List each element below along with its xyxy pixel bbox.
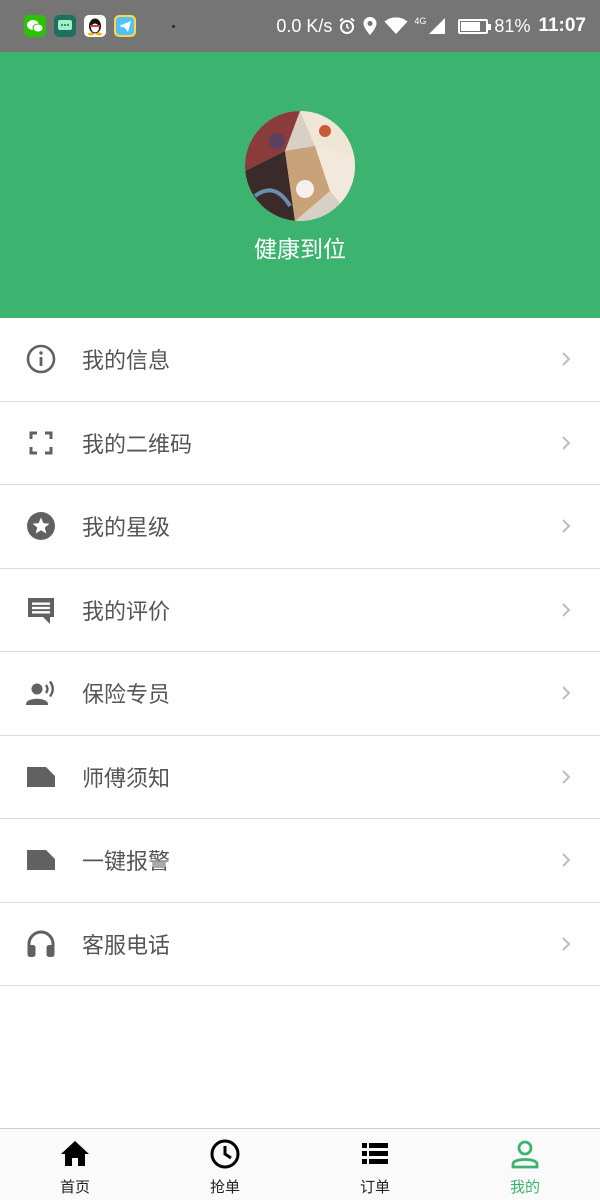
messages-icon xyxy=(54,15,76,37)
tab-home[interactable]: 首页 xyxy=(0,1129,150,1200)
chevron-right-icon xyxy=(560,852,572,868)
system-indicators: 0.0 K/s 4G 81% 11:07 xyxy=(276,15,586,37)
menu-item-my-info[interactable]: 我的信息 xyxy=(0,318,600,402)
menu-item-label: 一键报警 xyxy=(82,850,171,876)
list-icon xyxy=(362,1143,388,1164)
menu-item-label: 我的二维码 xyxy=(82,432,193,458)
tab-label: 抢单 xyxy=(209,1178,240,1196)
username: 健康到位 xyxy=(254,237,346,263)
chevron-right-icon xyxy=(560,518,572,534)
profile-menu: 我的信息 我的二维码 我的星级 我的评价 保险专员 师傅须知 一键报警 客服电话 xyxy=(0,318,600,986)
info-icon xyxy=(25,343,57,375)
person-icon xyxy=(511,1140,539,1169)
battery-icon xyxy=(458,18,492,34)
qr-scan-icon xyxy=(25,427,57,459)
menu-item-one-click-alarm[interactable]: 一键报警 xyxy=(0,819,600,903)
menu-item-label: 我的星级 xyxy=(82,516,171,542)
home-icon xyxy=(61,1141,89,1166)
notification-icons xyxy=(24,15,175,37)
menu-item-insurance-agent[interactable]: 保险专员 xyxy=(0,652,600,736)
telegram-icon xyxy=(114,15,136,37)
battery-percent: 81% xyxy=(494,15,531,36)
chevron-right-icon xyxy=(560,602,572,618)
tab-label: 我的 xyxy=(509,1178,540,1196)
qq-penguin-icon xyxy=(84,15,106,37)
label-icon xyxy=(25,844,57,876)
menu-item-my-reviews[interactable]: 我的评价 xyxy=(0,568,600,652)
clock: 11:07 xyxy=(538,15,586,36)
bottom-navigation: 首页 抢单 订单 我的 xyxy=(0,1128,600,1200)
net-speed: 0.0 K/s xyxy=(276,15,333,36)
star-icon xyxy=(25,510,57,542)
network-type-badge: 4G xyxy=(414,16,427,26)
tab-label: 订单 xyxy=(359,1178,390,1196)
chevron-right-icon xyxy=(560,351,572,367)
tab-mine[interactable]: 我的 xyxy=(450,1129,600,1200)
comment-icon xyxy=(25,594,57,626)
status-bar: 0.0 K/s 4G 81% 11:07 xyxy=(0,0,600,52)
alarm-icon xyxy=(339,17,356,34)
tab-grab-order[interactable]: 抢单 xyxy=(150,1129,300,1200)
tab-orders[interactable]: 订单 xyxy=(300,1129,450,1200)
menu-item-label: 我的信息 xyxy=(82,349,171,375)
menu-item-my-qrcode[interactable]: 我的二维码 xyxy=(0,401,600,485)
location-icon xyxy=(363,17,377,35)
headphones-icon xyxy=(25,928,57,960)
menu-item-label: 师傅须知 xyxy=(82,766,171,792)
chevron-right-icon xyxy=(560,769,572,785)
chevron-right-icon xyxy=(560,936,572,952)
menu-item-label: 客服电话 xyxy=(82,933,171,959)
label-icon xyxy=(25,761,57,793)
avatar[interactable] xyxy=(245,111,355,221)
speaker-person-icon xyxy=(25,677,57,709)
chevron-right-icon xyxy=(560,685,572,701)
profile-header: 健康到位 xyxy=(0,52,600,318)
chevron-right-icon xyxy=(560,435,572,451)
wechat-icon xyxy=(24,15,46,37)
menu-item-label: 保险专员 xyxy=(82,683,171,709)
signal-icon xyxy=(429,18,446,34)
menu-item-my-rating[interactable]: 我的星级 xyxy=(0,485,600,569)
notification-overflow-dot xyxy=(172,24,175,28)
tab-label: 首页 xyxy=(59,1178,90,1196)
clock-icon xyxy=(210,1139,240,1169)
menu-item-customer-service[interactable]: 客服电话 xyxy=(0,902,600,986)
menu-item-driver-notice[interactable]: 师傅须知 xyxy=(0,735,600,819)
wifi-icon xyxy=(384,17,408,34)
menu-item-label: 我的评价 xyxy=(82,599,171,625)
